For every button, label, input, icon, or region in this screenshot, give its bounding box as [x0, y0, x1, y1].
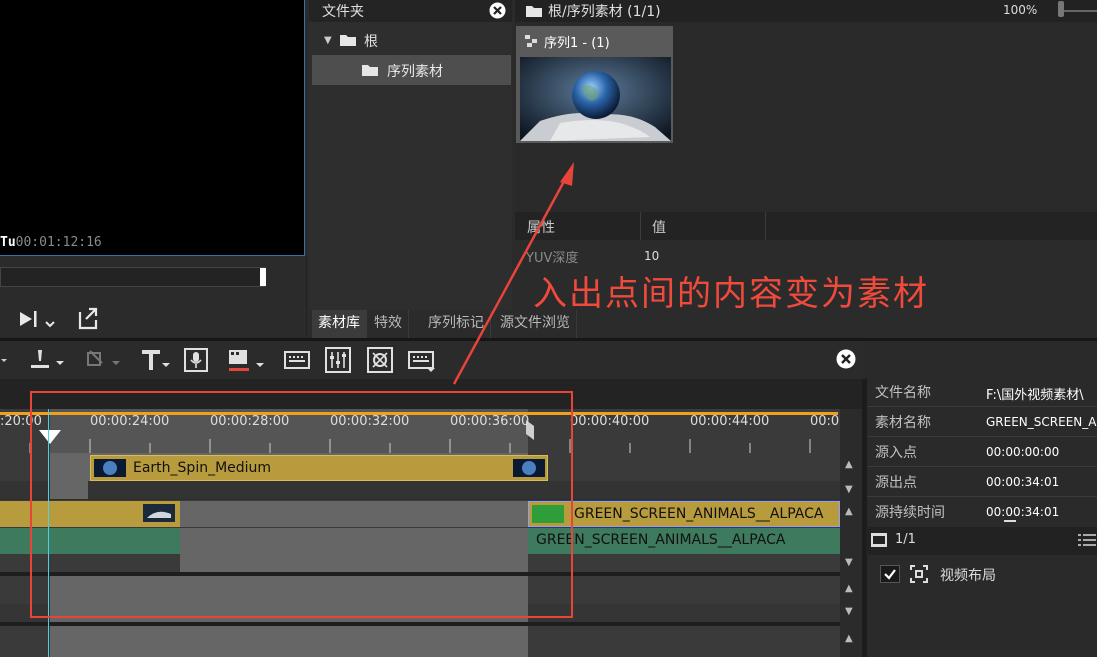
- preview-monitor[interactable]: [0, 0, 305, 256]
- scroll-up-icon[interactable]: ▲: [845, 583, 855, 594]
- audio-mixer-icon[interactable]: [325, 347, 351, 373]
- keyboard-icon[interactable]: [284, 349, 310, 371]
- info-value: 00:00:00:00: [986, 445, 1060, 459]
- layout-list-header: 1/1: [866, 527, 1097, 555]
- voiceover-icon[interactable]: [183, 347, 209, 373]
- properties-header: 属性 值: [515, 212, 1097, 240]
- checkmark-icon: [884, 569, 896, 580]
- zoom-slider-handle[interactable]: [1058, 1, 1064, 17]
- annotation-box: [30, 391, 573, 618]
- video-layout-label: 视频布局: [940, 568, 996, 584]
- folder-item-label: 序列素材: [387, 64, 443, 80]
- info-value: 00:00:34:01: [986, 505, 1060, 519]
- clip-name: 序列1 - (1): [544, 36, 610, 51]
- folder-root-label: 根: [364, 34, 378, 50]
- clip-label: GREEN_SCREEN_ANIMALS__ALPACA: [574, 506, 824, 522]
- folder-icon: [340, 35, 356, 46]
- property-value: 10: [644, 249, 660, 263]
- folder-item-sequence-material[interactable]: 序列素材: [312, 55, 511, 85]
- timeline-toolbar: [0, 341, 866, 379]
- crop-tool-icon[interactable]: [84, 347, 128, 373]
- clip-marker-icon[interactable]: [226, 347, 270, 375]
- preview-scrub-handle[interactable]: [260, 268, 266, 286]
- bin-path: 根/序列素材 (1/1): [548, 4, 661, 20]
- preview-scrub-bar[interactable]: [0, 267, 265, 287]
- close-icon[interactable]: [489, 2, 506, 19]
- render-icon[interactable]: [367, 347, 393, 373]
- annotation-text: 入出点间的内容变为素材: [533, 274, 929, 314]
- title-tool-icon[interactable]: [140, 347, 174, 373]
- mark-out-button[interactable]: [18, 306, 58, 332]
- ruler-tick: 00:00:40:00: [570, 414, 650, 429]
- zoom-slider[interactable]: [1060, 10, 1097, 12]
- tab-media-library[interactable]: 素材库: [312, 310, 367, 338]
- layout-checkbox[interactable]: [880, 565, 900, 583]
- dropdown-arrow-icon: [1, 359, 7, 362]
- clip-green-audio[interactable]: GREEN_SCREEN_ANIMALS__ALPACA: [528, 528, 840, 554]
- scroll-down-icon[interactable]: ▼: [845, 557, 855, 568]
- folder-icon: [526, 6, 542, 17]
- film-icon: [871, 533, 887, 547]
- folder-panel-title: 文件夹: [322, 4, 364, 20]
- bin-zoom: 100%: [1003, 3, 1038, 17]
- bin-header: 根/序列素材 (1/1) 100%: [515, 0, 1097, 22]
- info-value: 00:00:34:01: [986, 475, 1060, 489]
- close-icon[interactable]: [836, 349, 856, 369]
- resize-handle[interactable]: [1004, 520, 1016, 522]
- keyboard-shortcut-icon[interactable]: [408, 349, 442, 375]
- folder-panel-header: 文件夹: [309, 0, 512, 22]
- info-key: 源入点: [875, 445, 917, 461]
- properties-col-value: 值: [652, 220, 666, 236]
- scroll-down-icon[interactable]: ▼: [845, 484, 855, 495]
- clip-thumbnail-image: [520, 57, 671, 141]
- sequence-icon: [525, 35, 537, 47]
- clip-green-video[interactable]: GREEN_SCREEN_ANIMALS__ALPACA: [528, 501, 840, 527]
- scroll-up-icon[interactable]: ▲: [845, 633, 855, 644]
- panel-splitter[interactable]: [862, 379, 866, 657]
- video-layout-icon: [910, 565, 928, 583]
- info-value: F:\国外视频素材\: [986, 388, 1084, 403]
- info-key: 素材名称: [875, 415, 931, 431]
- scroll-up-icon[interactable]: ▲: [845, 459, 855, 470]
- info-key: 源持续时间: [875, 505, 945, 521]
- list-menu-icon: [1078, 534, 1096, 546]
- scroll-up-icon[interactable]: ▲: [845, 506, 855, 517]
- tab-effects[interactable]: 特效: [368, 310, 409, 338]
- folder-icon: [362, 65, 378, 76]
- export-icon[interactable]: [74, 304, 102, 332]
- scroll-down-icon[interactable]: ▼: [845, 606, 855, 617]
- info-key: 文件名称: [875, 385, 931, 401]
- pen-tool-icon[interactable]: [26, 347, 70, 373]
- expand-triangle-icon[interactable]: ▼: [324, 35, 332, 46]
- layout-page: 1/1: [895, 532, 916, 547]
- ruler-tick: 00:00:44:00: [690, 414, 770, 429]
- ruler-tick: 00:0: [810, 414, 840, 429]
- clip-label: GREEN_SCREEN_ANIMALS__ALPACA: [536, 532, 786, 548]
- info-key: 源出点: [875, 475, 917, 491]
- info-value: GREEN_SCREEN_AN: [986, 415, 1097, 429]
- preview-timecode: Tu00:01:12:16: [0, 235, 102, 250]
